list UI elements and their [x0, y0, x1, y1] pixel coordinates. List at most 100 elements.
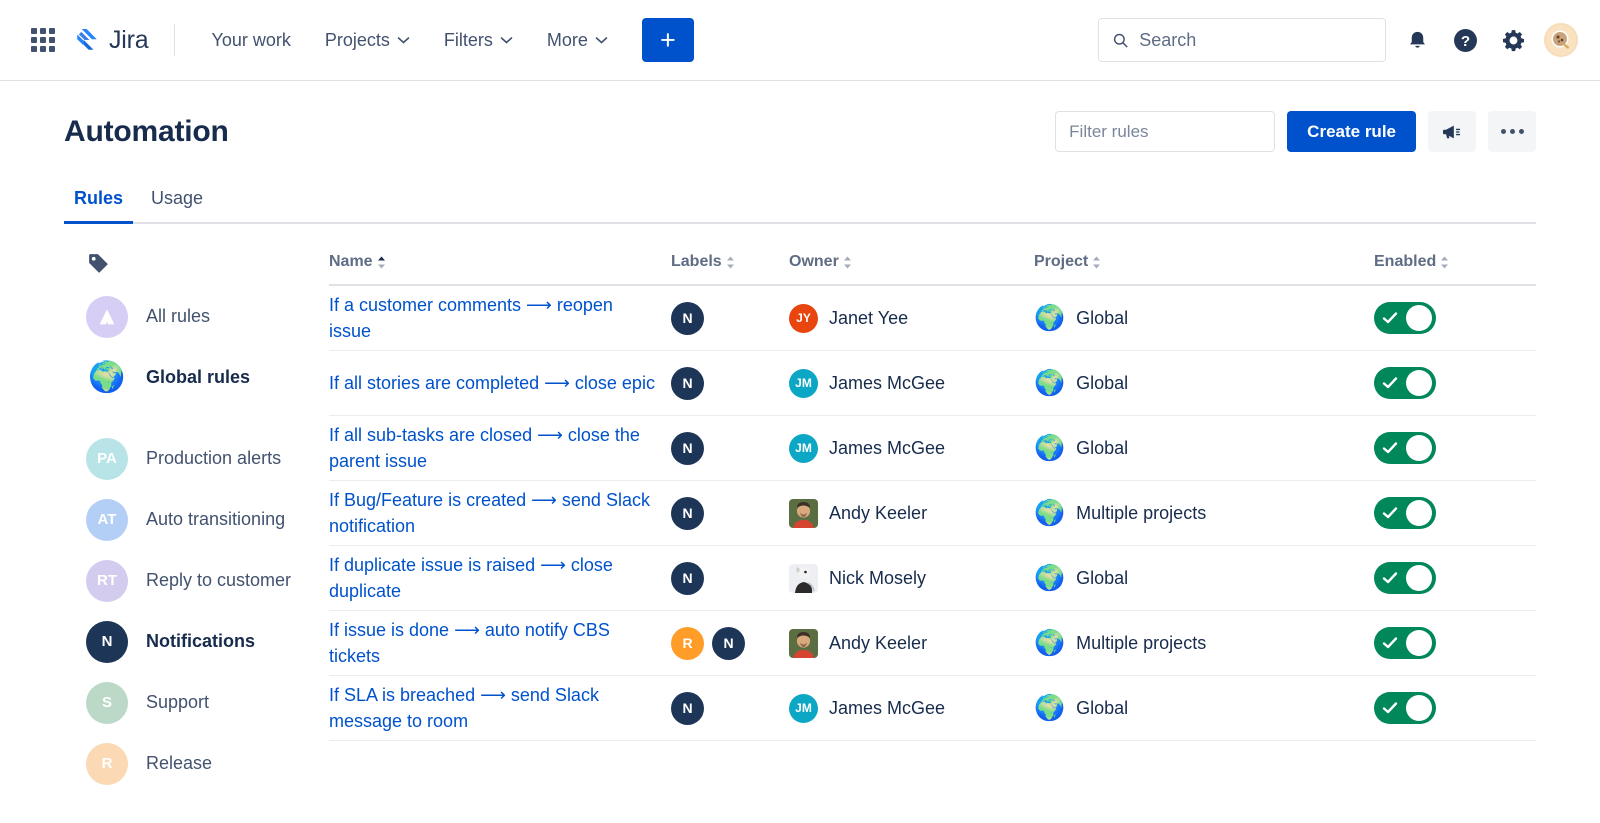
sidebar-item-notifications[interactable]: N Notifications: [64, 611, 329, 672]
sidebar-item-all-rules[interactable]: All rules: [64, 286, 329, 347]
rule-label-badge[interactable]: N: [712, 627, 745, 660]
rule-name-link[interactable]: If Bug/Feature is created ⟶ send Slack n…: [329, 490, 650, 536]
owner-name: James McGee: [829, 438, 945, 459]
help-icon[interactable]: ?: [1448, 23, 1482, 57]
column-header-labels[interactable]: Labels: [671, 253, 789, 271]
filter-rules-field[interactable]: [1055, 111, 1275, 152]
rule-project: 🌍 Global: [1034, 696, 1374, 721]
rule-owner: JM James McGee: [789, 434, 1034, 463]
tab-usage[interactable]: Usage: [141, 184, 213, 224]
column-header-enabled[interactable]: Enabled: [1374, 253, 1536, 271]
nav-item-your-work[interactable]: Your work: [197, 21, 304, 60]
column-header-name[interactable]: Name: [329, 253, 671, 271]
table-row[interactable]: If Bug/Feature is created ⟶ send Slack n…: [329, 481, 1536, 546]
column-header-owner[interactable]: Owner: [789, 253, 1034, 271]
rule-project: 🌍 Global: [1034, 436, 1374, 461]
rule-name-link[interactable]: If issue is done ⟶ auto notify CBS ticke…: [329, 620, 610, 666]
create-button[interactable]: +: [642, 18, 694, 62]
jira-home-link[interactable]: Jira: [74, 26, 148, 55]
sidebar-item-production-alerts[interactable]: PA Production alerts: [64, 428, 329, 489]
project-name: Multiple projects: [1076, 503, 1206, 524]
column-label: Project: [1034, 253, 1088, 271]
sidebar-item-release[interactable]: R Release: [64, 733, 329, 794]
nav-item-projects[interactable]: Projects: [311, 21, 424, 60]
owner-name: James McGee: [829, 373, 945, 394]
announcements-button[interactable]: [1428, 111, 1476, 152]
column-label: Enabled: [1374, 253, 1436, 271]
enabled-toggle[interactable]: [1374, 367, 1436, 399]
rule-project: 🌍 Multiple projects: [1034, 501, 1374, 526]
sidebar-item-support[interactable]: S Support: [64, 672, 329, 733]
rule-label-badge[interactable]: N: [671, 302, 704, 335]
rule-label-badge[interactable]: N: [671, 367, 704, 400]
global-search[interactable]: [1098, 18, 1386, 62]
labels-sidebar: All rules 🌍 Global rules PA Production a…: [64, 224, 329, 794]
nav-right-group: ?: [1098, 18, 1578, 62]
enabled-toggle[interactable]: [1374, 627, 1436, 659]
enabled-toggle[interactable]: [1374, 432, 1436, 464]
check-icon: [1382, 311, 1398, 325]
table-row[interactable]: If issue is done ⟶ auto notify CBS ticke…: [329, 611, 1536, 676]
rule-label-badge[interactable]: N: [671, 432, 704, 465]
project-name: Global: [1076, 568, 1128, 589]
settings-gear-icon[interactable]: [1496, 23, 1530, 57]
tag-icon-row: [64, 240, 329, 286]
rule-name-link[interactable]: If duplicate issue is raised ⟶ close dup…: [329, 555, 613, 601]
rule-owner: JY Janet Yee: [789, 304, 1034, 333]
nav-item-more[interactable]: More: [533, 21, 622, 60]
table-row[interactable]: If SLA is breached ⟶ send Slack message …: [329, 676, 1536, 741]
check-icon: [1382, 506, 1398, 520]
nav-item-filters[interactable]: Filters: [430, 21, 527, 60]
sort-icon: [843, 256, 852, 269]
nav-label: Your work: [211, 30, 290, 51]
table-rows: If a customer comments ⟶ reopen issue N …: [329, 286, 1536, 741]
enabled-toggle[interactable]: [1374, 562, 1436, 594]
rule-name-link[interactable]: If all stories are completed ⟶ close epi…: [329, 373, 655, 393]
globe-icon: 🌍: [1034, 696, 1065, 721]
nav-label: Projects: [325, 30, 390, 51]
tab-rules[interactable]: Rules: [64, 184, 133, 224]
sidebar-item-label: Production alerts: [146, 448, 281, 469]
enabled-toggle[interactable]: [1374, 497, 1436, 529]
rule-owner: Nick Mosely: [789, 564, 1034, 593]
table-row[interactable]: If all stories are completed ⟶ close epi…: [329, 351, 1536, 416]
rule-name-link[interactable]: If a customer comments ⟶ reopen issue: [329, 295, 613, 341]
sidebar-item-label: Auto transitioning: [146, 509, 285, 530]
rule-label-badge[interactable]: N: [671, 692, 704, 725]
more-options-icon: [1501, 129, 1524, 134]
enabled-toggle[interactable]: [1374, 692, 1436, 724]
table-row[interactable]: If all sub-tasks are closed ⟶ close the …: [329, 416, 1536, 481]
filter-rules-input[interactable]: [1069, 122, 1261, 142]
column-header-project[interactable]: Project: [1034, 253, 1374, 271]
profile-avatar[interactable]: [1544, 23, 1578, 57]
search-input[interactable]: [1139, 30, 1371, 51]
notifications-bell-icon[interactable]: [1400, 23, 1434, 57]
app-switcher-icon[interactable]: [28, 25, 58, 55]
sidebar-item-label: Release: [146, 753, 212, 774]
more-options-button[interactable]: [1488, 111, 1536, 152]
toggle-knob: [1406, 565, 1432, 591]
rule-label-badge[interactable]: N: [671, 562, 704, 595]
globe-icon: 🌍: [1034, 566, 1065, 591]
table-row[interactable]: If a customer comments ⟶ reopen issue N …: [329, 286, 1536, 351]
label-avatar: AT: [86, 499, 128, 541]
sidebar-item-auto-transitioning[interactable]: AT Auto transitioning: [64, 489, 329, 550]
rule-project: 🌍 Multiple projects: [1034, 631, 1374, 656]
enabled-toggle[interactable]: [1374, 302, 1436, 334]
owner-name: Nick Mosely: [829, 568, 926, 589]
rule-name-link[interactable]: If SLA is breached ⟶ send Slack message …: [329, 685, 599, 731]
rule-label-badge[interactable]: N: [671, 497, 704, 530]
sidebar-item-reply-to-customer[interactable]: RT Reply to customer: [64, 550, 329, 611]
create-rule-button[interactable]: Create rule: [1287, 111, 1416, 152]
owner-avatar: JY: [789, 304, 818, 333]
globe-icon: 🌍: [1034, 631, 1065, 656]
label-avatar: PA: [86, 438, 128, 480]
globe-icon: 🌍: [1034, 371, 1065, 396]
rule-name-link[interactable]: If all sub-tasks are closed ⟶ close the …: [329, 425, 640, 471]
sidebar-item-global-rules[interactable]: 🌍 Global rules: [64, 347, 329, 408]
table-row[interactable]: If duplicate issue is raised ⟶ close dup…: [329, 546, 1536, 611]
project-name: Multiple projects: [1076, 633, 1206, 654]
rule-labels: N: [671, 692, 789, 725]
nav-label: More: [547, 30, 588, 51]
rule-label-badge[interactable]: R: [671, 627, 704, 660]
